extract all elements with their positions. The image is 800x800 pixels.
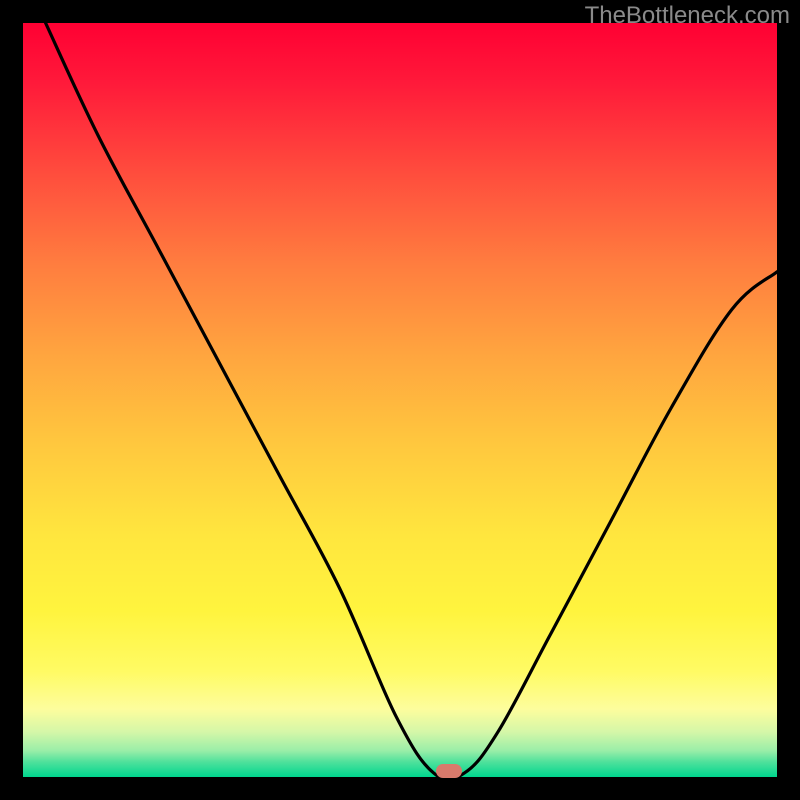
bottleneck-curve bbox=[23, 23, 777, 777]
optimal-point-marker bbox=[436, 764, 462, 778]
chart-plot-area bbox=[23, 23, 777, 777]
